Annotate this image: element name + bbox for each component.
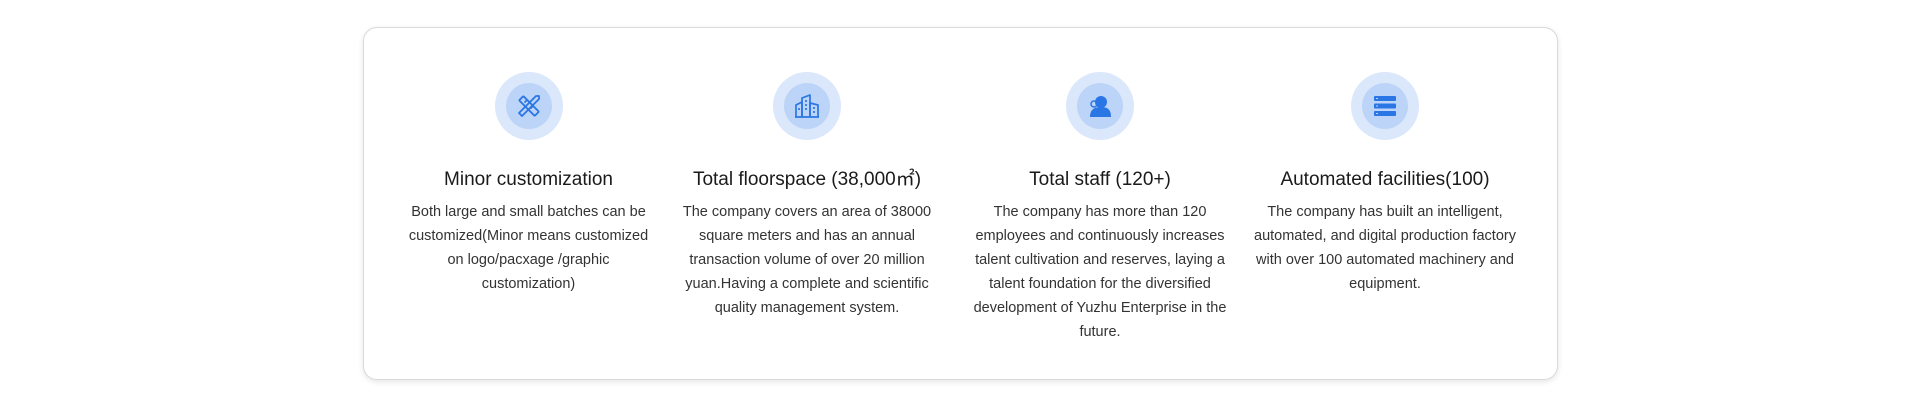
ruler-pencil-icon: [505, 83, 552, 129]
feature-description: Both large and small batches can be cust…: [408, 204, 649, 292]
feature-title: Automated facilities(100): [1280, 169, 1490, 190]
feature-title: Total floorspace (38,000㎡): [692, 169, 922, 190]
feature-minor-customization: Minor customization Both large and small…: [407, 72, 650, 296]
icon-ring: [494, 72, 563, 140]
features-card: Minor customization Both large and small…: [363, 27, 1558, 380]
feature-title: Total staff (120+): [1029, 169, 1171, 190]
feature-total-floorspace: Total floorspace (38,000㎡) The company c…: [676, 72, 938, 320]
feature-description: The company has built an intelligent, au…: [1254, 204, 1516, 292]
staff-icon: [1077, 83, 1123, 129]
buildings-icon: [784, 83, 830, 129]
icon-ring: [773, 72, 841, 140]
feature-description: The company has more than 120 employees …: [973, 204, 1227, 340]
server-stack-icon: [1362, 83, 1408, 129]
icon-ring: [1351, 72, 1419, 140]
feature-description: The company covers an area of 38000 squa…: [682, 204, 932, 316]
icon-ring: [1066, 72, 1134, 140]
feature-automated-facilities: Automated facilities(100) The company ha…: [1253, 72, 1517, 296]
feature-total-staff: Total staff (120+) The company has more …: [969, 72, 1231, 344]
feature-title: Minor customization: [444, 169, 613, 190]
